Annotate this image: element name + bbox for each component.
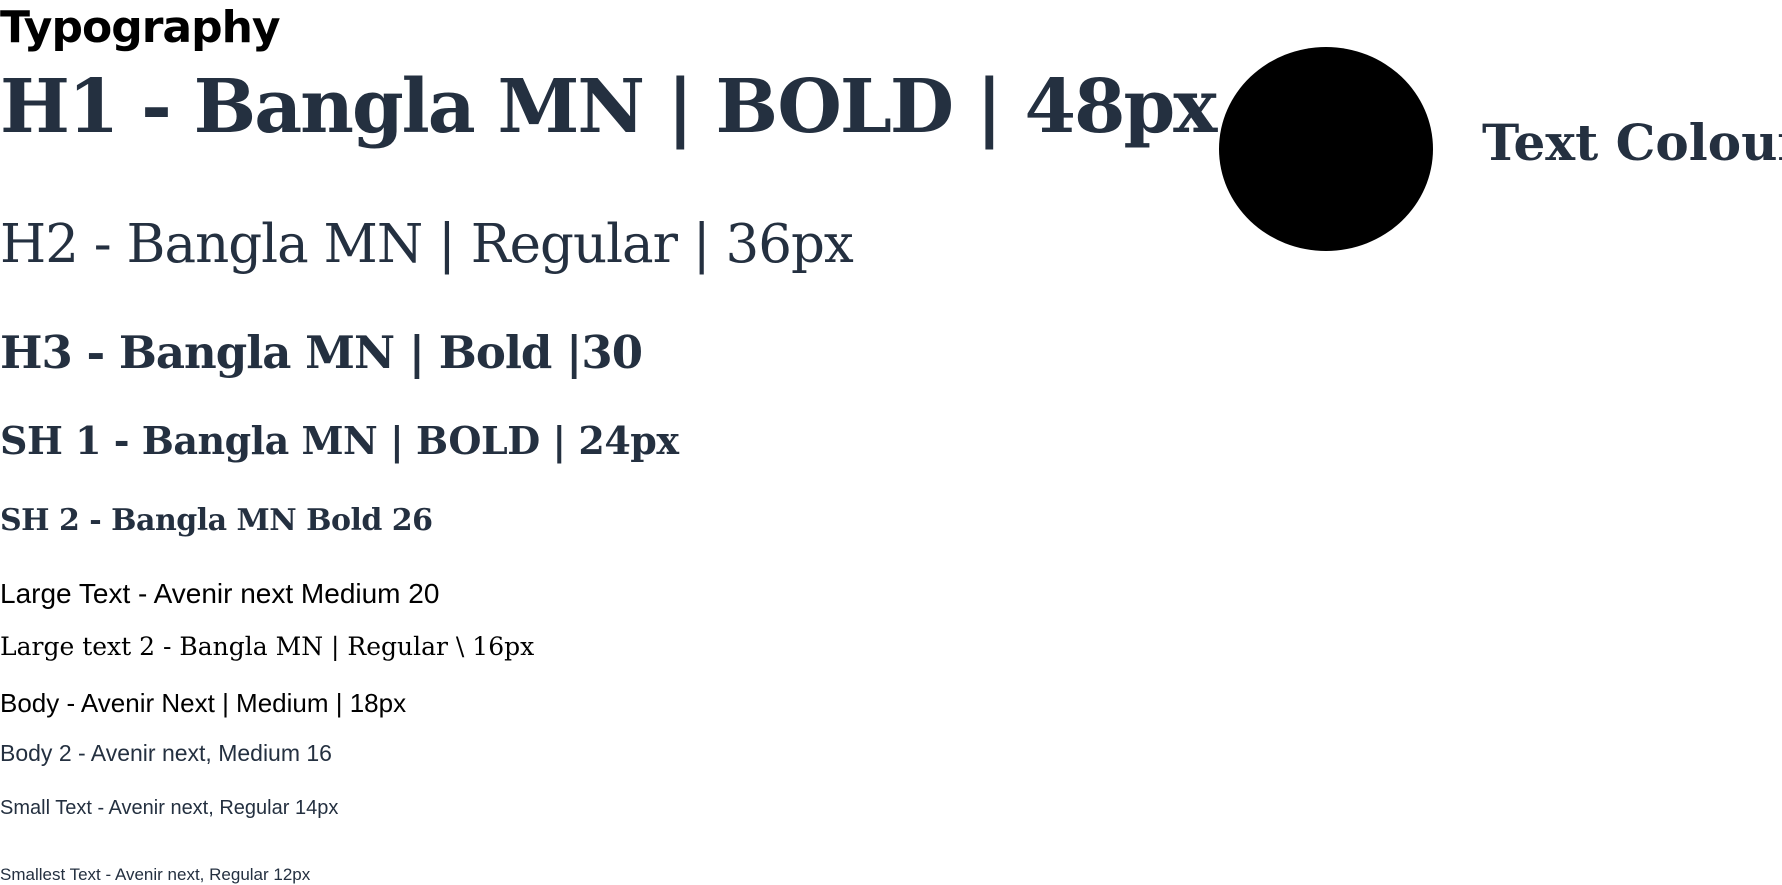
small-text-type-sample: Small Text - Avenir next, Regular 14px	[0, 797, 339, 819]
h3-type-sample: H3 - Bangla MN | Bold |30	[0, 326, 643, 379]
body-2-type-sample: Body 2 - Avenir next, Medium 16	[0, 740, 332, 766]
smallest-text-type-sample: Smallest Text - Avenir next, Regular 12p…	[0, 865, 311, 884]
sh1-type-sample: SH 1 - Bangla MN | BOLD | 24px	[0, 418, 679, 463]
h1-type-sample: H1 - Bangla MN | BOLD | 48px	[0, 64, 1217, 150]
h2-type-sample: H2 - Bangla MN | Regular | 36px	[0, 214, 854, 275]
text-colour-swatch	[1219, 47, 1433, 251]
sh2-type-sample: SH 2 - Bangla MN Bold 26	[0, 503, 433, 538]
section-title: Typography	[0, 2, 281, 53]
body-type-sample: Body - Avenir Next | Medium | 18px	[0, 688, 407, 718]
large-text-type-sample: Large Text - Avenir next Medium 20	[0, 578, 440, 609]
large-text-2-type-sample: Large text 2 - Bangla MN | Regular \ 16p…	[0, 632, 535, 661]
text-colour-label: Text Colour	[1482, 113, 1782, 172]
